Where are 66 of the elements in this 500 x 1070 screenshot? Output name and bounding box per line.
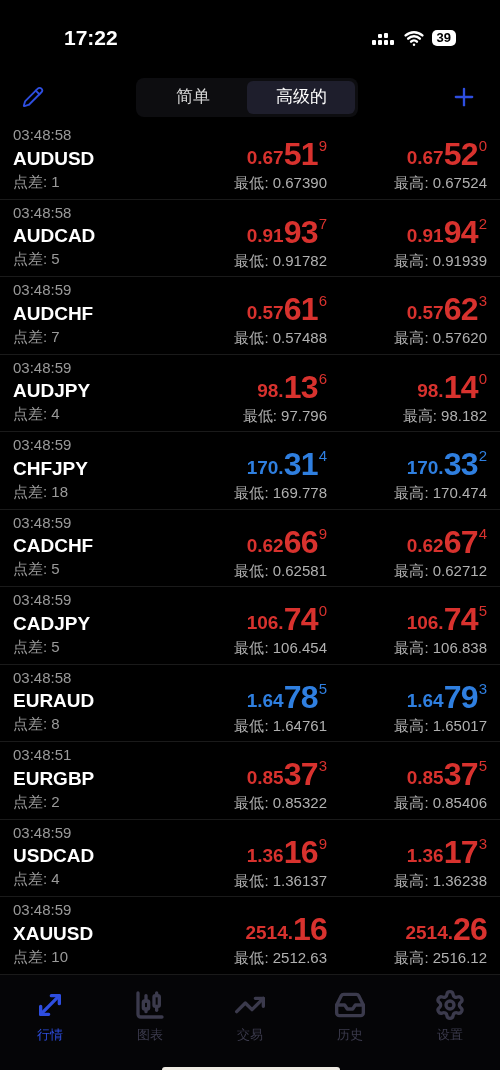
- high-price: 最高: 0.85406: [394, 793, 487, 813]
- symbol[interactable]: AUDCAD: [13, 224, 167, 248]
- high-price: 最高: 0.62712: [394, 560, 487, 581]
- candlestick-icon: [134, 989, 166, 1021]
- wifi-icon: [403, 28, 424, 48]
- spread: 点差: 5: [13, 250, 61, 269]
- low-price: 最低: 0.67390: [234, 173, 327, 193]
- symbol[interactable]: EURGBP: [13, 766, 167, 791]
- low-price: 最低: 0.91782: [234, 250, 327, 271]
- signal-icon: [371, 31, 396, 45]
- status-time: 17:22: [64, 25, 118, 52]
- high-price: 最高: 170.474: [394, 483, 487, 503]
- spread: 点差: 5: [13, 637, 61, 657]
- high-price: 最高: 0.67524: [394, 173, 487, 193]
- spread: 点差: 10: [13, 947, 70, 967]
- high-price: 最高: 2516.12: [394, 948, 487, 968]
- spread: 点差: 2: [13, 792, 61, 812]
- high-price: 最高: 98.182: [402, 405, 487, 426]
- symbol[interactable]: EURAUD: [13, 689, 167, 713]
- low-price: 最低: 1.64761: [234, 715, 327, 736]
- symbol[interactable]: CADJPY: [13, 611, 167, 636]
- segment-tab[interactable]: 简单: [139, 80, 247, 114]
- quote-time: 03:48:59: [13, 436, 73, 455]
- spread: 点差: 7: [13, 327, 61, 347]
- spread: 点差: 4: [13, 405, 61, 424]
- low-price: 最低: 0.62581: [234, 560, 327, 581]
- high-price: 最高: 0.91939: [394, 250, 487, 271]
- quote-time: 03:48:58: [13, 668, 73, 688]
- battery-indicator: 39: [431, 30, 456, 46]
- low-price: 最低: 97.796: [242, 405, 327, 426]
- low-price: 最低: 106.454: [234, 638, 327, 658]
- low-price: 最低: 1.36137: [234, 870, 327, 891]
- symbol[interactable]: CHFJPY: [13, 456, 167, 481]
- symbol[interactable]: AUDJPY: [13, 379, 167, 403]
- quote-time: 03:48:58: [13, 203, 73, 223]
- edit-button[interactable]: [22, 86, 44, 108]
- symbol[interactable]: AUDUSD: [13, 146, 167, 171]
- symbol[interactable]: USDCAD: [13, 844, 167, 868]
- quote-time: 03:48:59: [13, 591, 73, 610]
- segment-tab[interactable]: 高级的: [247, 80, 355, 114]
- spread: 点差: 4: [13, 870, 61, 889]
- symbol[interactable]: XAUUSD: [13, 921, 167, 946]
- spread: 点差: 1: [13, 172, 61, 192]
- quote-time: 03:48:59: [13, 823, 73, 843]
- quote-time: 03:48:58: [13, 126, 73, 145]
- low-price: 最低: 0.85322: [234, 793, 327, 813]
- high-price: 最高: 0.57620: [394, 328, 487, 348]
- spread: 点差: 8: [13, 715, 61, 734]
- quote-time: 03:48:59: [13, 901, 73, 920]
- quote-time: 03:48:59: [13, 281, 73, 300]
- price: 2514.16: [245, 913, 327, 945]
- spread: 点差: 18: [13, 482, 70, 502]
- symbol[interactable]: AUDCHF: [13, 301, 167, 326]
- quote-time: 03:48:51: [13, 746, 73, 765]
- quote-time: 03:48:59: [13, 358, 73, 378]
- high-price: 最高: 1.65017: [394, 715, 487, 736]
- low-price: 最低: 2512.63: [234, 948, 327, 968]
- low-price: 最低: 169.778: [234, 483, 327, 503]
- quote-time: 03:48:59: [13, 513, 73, 533]
- low-price: 最低: 0.57488: [234, 328, 327, 348]
- high-price: 最高: 106.838: [394, 638, 487, 658]
- spread: 点差: 5: [13, 560, 61, 579]
- symbol[interactable]: CADCHF: [13, 534, 167, 558]
- price: 2514.26: [405, 913, 487, 945]
- gear-icon: [434, 989, 466, 1021]
- high-price: 最高: 1.36238: [394, 870, 487, 891]
